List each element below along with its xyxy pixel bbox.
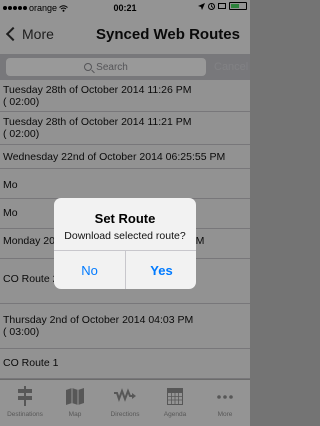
app-screen: orange 00:21 More Synced Web Routes Sear…: [0, 0, 250, 426]
no-button[interactable]: No: [54, 251, 125, 289]
alert-message: Download selected route?: [64, 230, 186, 242]
alert-dialog: Set Route Download selected route? No Ye…: [54, 198, 196, 289]
alert-title: Set Route: [94, 211, 156, 226]
yes-button[interactable]: Yes: [126, 251, 196, 289]
